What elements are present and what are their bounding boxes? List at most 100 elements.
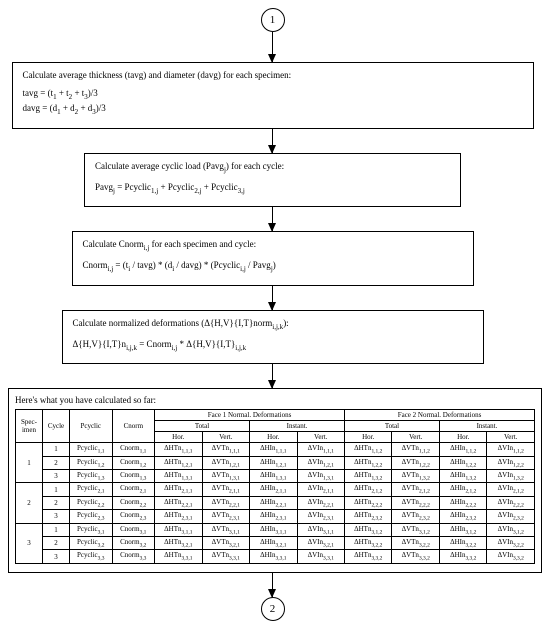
cell-cnorm: Cnorm3,3 xyxy=(112,550,155,563)
cell-specimen: 1 xyxy=(16,443,43,483)
cell-value: ΔVTn3,2,2 xyxy=(392,537,439,550)
arrow-icon xyxy=(272,129,273,153)
table-row: 11Pcyclic1,1Cnorm1,1ΔHTn1,1,1ΔVTn1,1,1ΔH… xyxy=(16,443,535,456)
cell-value: ΔHIn1,2,1 xyxy=(250,456,297,469)
cell-value: ΔHTn3,1,2 xyxy=(345,523,392,536)
step-2-box: Calculate average cyclic load (Pavgj) fo… xyxy=(84,153,461,208)
table-row: 21Pcyclic2,1Cnorm2,1ΔHTn2,1,1ΔVTn2,1,1ΔH… xyxy=(16,483,535,496)
table-row: 3Pcyclic1,3Cnorm1,3ΔHTn1,3,1ΔVTn1,3,1ΔHI… xyxy=(16,470,535,483)
cell-value: ΔVTn1,1,1 xyxy=(202,443,249,456)
cell-value: ΔVTn2,2,2 xyxy=(392,496,439,509)
cell-value: ΔHIn2,2,2 xyxy=(439,496,486,509)
cell-pcyclic: Pcyclic3,2 xyxy=(69,537,112,550)
cell-value: ΔVTn1,2,2 xyxy=(392,456,439,469)
cell-value: ΔHTn2,3,2 xyxy=(345,510,392,523)
table-row: 3Pcyclic3,3Cnorm3,3ΔHTn3,3,1ΔVTn3,3,1ΔHI… xyxy=(16,550,535,563)
cell-value: ΔVIn1,3,1 xyxy=(297,470,344,483)
table-row: 3Pcyclic2,3Cnorm2,3ΔHTn2,3,1ΔVTn2,3,1ΔHI… xyxy=(16,510,535,523)
cell-value: ΔVTn3,1,2 xyxy=(392,523,439,536)
cell-value: ΔHIn2,2,1 xyxy=(250,496,297,509)
cell-cycle: 3 xyxy=(42,550,69,563)
cell-value: ΔHIn3,1,2 xyxy=(439,523,486,536)
cell-value: ΔVTn2,3,1 xyxy=(202,510,249,523)
cell-value: ΔVIn2,2,2 xyxy=(487,496,535,509)
col-instant: Instant. xyxy=(439,421,534,432)
cell-value: ΔVIn2,3,2 xyxy=(487,510,535,523)
cell-value: ΔVIn2,1,1 xyxy=(297,483,344,496)
cell-value: ΔHTn2,2,1 xyxy=(155,496,202,509)
table-body: 11Pcyclic1,1Cnorm1,1ΔHTn1,1,1ΔVTn1,1,1ΔH… xyxy=(16,443,535,564)
cell-value: ΔVIn1,3,2 xyxy=(487,470,535,483)
cell-cnorm: Cnorm2,2 xyxy=(112,496,155,509)
col-total: Total xyxy=(155,421,250,432)
cell-value: ΔVTn2,3,2 xyxy=(392,510,439,523)
col-hor: Hor. xyxy=(250,432,297,443)
step-1-box: Calculate average thickness (tavg) and d… xyxy=(12,62,534,129)
cell-cnorm: Cnorm1,2 xyxy=(112,456,155,469)
step-2-title: Calculate average cyclic load (Pavgj) fo… xyxy=(95,160,450,175)
col-cycle: Cycle xyxy=(42,410,69,443)
cell-cycle: 2 xyxy=(42,537,69,550)
col-specimen: Spec-imen xyxy=(16,410,43,443)
cell-value: ΔHIn1,1,2 xyxy=(439,443,486,456)
cell-value: ΔVTn1,3,1 xyxy=(202,470,249,483)
step-3-eq1: Cnormi,j = (ti / tavg) * (di / davg) * (… xyxy=(83,259,463,274)
cell-value: ΔHIn1,3,1 xyxy=(250,470,297,483)
col-hor: Hor. xyxy=(345,432,392,443)
cell-value: ΔHTn3,1,1 xyxy=(155,523,202,536)
step-4-title: Calculate normalized deformations (Δ{H,V… xyxy=(73,317,473,332)
cell-cycle: 3 xyxy=(42,510,69,523)
summary-intro: Here's what you have calculated so far: xyxy=(15,395,535,405)
cell-value: ΔVTn1,2,1 xyxy=(202,456,249,469)
cell-value: ΔHTn3,2,1 xyxy=(155,537,202,550)
cell-value: ΔHTn3,2,2 xyxy=(345,537,392,550)
cell-value: ΔHTn1,1,1 xyxy=(155,443,202,456)
connector-bottom: 2 xyxy=(261,597,285,621)
cell-value: ΔHTn1,2,2 xyxy=(345,456,392,469)
cell-cnorm: Cnorm1,1 xyxy=(112,443,155,456)
cell-value: ΔVIn2,3,1 xyxy=(297,510,344,523)
cell-value: ΔVIn3,2,1 xyxy=(297,537,344,550)
cell-value: ΔVTn2,2,1 xyxy=(202,496,249,509)
cell-value: ΔVTn3,2,1 xyxy=(202,537,249,550)
col-face2: Face 2 Normal. Deformations xyxy=(345,410,535,421)
cell-cycle: 1 xyxy=(42,523,69,536)
cell-value: ΔHIn3,3,1 xyxy=(250,550,297,563)
cell-pcyclic: Pcyclic2,3 xyxy=(69,510,112,523)
cell-value: ΔHTn1,3,2 xyxy=(345,470,392,483)
cell-value: ΔHTn2,1,1 xyxy=(155,483,202,496)
cell-value: ΔVIn3,3,2 xyxy=(487,550,535,563)
connector-top: 1 xyxy=(261,8,285,32)
cell-cycle: 2 xyxy=(42,456,69,469)
cell-value: ΔVTn3,3,2 xyxy=(392,550,439,563)
arrow-icon xyxy=(272,573,273,597)
arrow-icon xyxy=(272,32,273,62)
cell-value: ΔVIn3,3,1 xyxy=(297,550,344,563)
col-total: Total xyxy=(345,421,440,432)
cell-cycle: 1 xyxy=(42,443,69,456)
table-row: 2Pcyclic3,2Cnorm3,2ΔHTn3,2,1ΔVTn3,2,1ΔHI… xyxy=(16,537,535,550)
cell-value: ΔVIn1,2,2 xyxy=(487,456,535,469)
cell-value: ΔVIn3,1,2 xyxy=(487,523,535,536)
cell-cycle: 3 xyxy=(42,470,69,483)
cell-value: ΔVTn2,1,1 xyxy=(202,483,249,496)
cell-value: ΔVTn1,1,2 xyxy=(392,443,439,456)
col-cnorm: Cnorm xyxy=(112,410,155,443)
cell-pcyclic: Pcyclic2,2 xyxy=(69,496,112,509)
cell-cnorm: Cnorm2,3 xyxy=(112,510,155,523)
cell-pcyclic: Pcyclic3,3 xyxy=(69,550,112,563)
cell-value: ΔHTn2,1,2 xyxy=(345,483,392,496)
table-head: Spec-imen Cycle Pcyclic Cnorm Face 1 Nor… xyxy=(16,410,535,443)
cell-value: ΔVTn2,1,2 xyxy=(392,483,439,496)
cell-pcyclic: Pcyclic1,1 xyxy=(69,443,112,456)
summary-table: Spec-imen Cycle Pcyclic Cnorm Face 1 Nor… xyxy=(15,409,535,564)
cell-value: ΔHTn1,2,1 xyxy=(155,456,202,469)
cell-value: ΔHIn2,3,1 xyxy=(250,510,297,523)
step-3-title: Calculate Cnormi,j for each specimen and… xyxy=(83,238,463,253)
cell-value: ΔHTn2,2,2 xyxy=(345,496,392,509)
cell-value: ΔHTn1,3,1 xyxy=(155,470,202,483)
cell-pcyclic: Pcyclic1,2 xyxy=(69,456,112,469)
cell-value: ΔVIn3,2,2 xyxy=(487,537,535,550)
summary-box: Here's what you have calculated so far: … xyxy=(8,388,542,573)
cell-cycle: 2 xyxy=(42,496,69,509)
